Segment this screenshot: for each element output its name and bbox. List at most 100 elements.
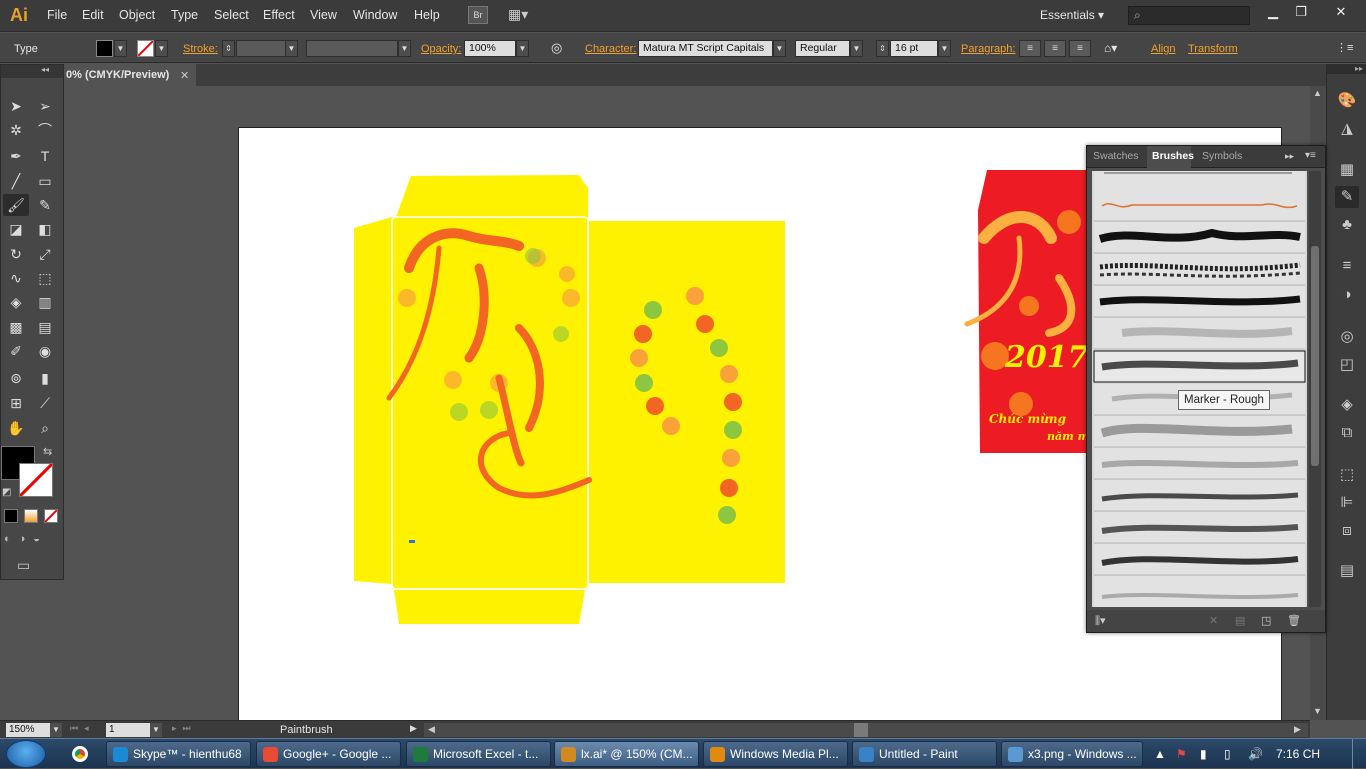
tab-swatches[interactable]: Swatches	[1093, 150, 1139, 162]
align-left-icon[interactable]: ≡	[1019, 40, 1041, 57]
task-google-plus[interactable]: Google+ - Google ...	[256, 741, 401, 767]
zoom-tool-icon[interactable]: ⌕	[32, 417, 58, 439]
menu-edit[interactable]: Edit	[82, 8, 104, 22]
paintbrush-tool-icon[interactable]: 🖌	[3, 194, 29, 216]
font-size-field[interactable]: 16 pt	[890, 40, 938, 57]
artboards-panel-icon[interactable]: ⧉	[1335, 422, 1359, 444]
rectangle-tool-icon[interactable]: ▭	[32, 170, 58, 192]
stroke-swatch[interactable]	[137, 40, 154, 57]
task-media-player[interactable]: Windows Media Pl...	[703, 741, 848, 767]
screen-mode-icon[interactable]: ▭	[17, 557, 30, 574]
selection-tool-icon[interactable]: ➤	[3, 95, 29, 117]
font-size-stepper[interactable]: ⇕	[876, 40, 889, 57]
transparency-panel-icon[interactable]: ◑	[1335, 284, 1359, 306]
paragraph-label[interactable]: Paragraph:	[961, 43, 1015, 55]
menu-help[interactable]: Help	[414, 8, 440, 22]
horizontal-scroll-thumb[interactable]	[854, 723, 868, 737]
scale-tool-icon[interactable]: ⤢	[32, 243, 58, 265]
perspective-grid-tool-icon[interactable]: ▥	[32, 291, 58, 313]
clock[interactable]: 7:16 CH	[1276, 747, 1320, 761]
show-desktop-button[interactable]	[1352, 739, 1366, 769]
artboard-dropdown-icon[interactable]: ▼	[150, 723, 162, 737]
stroke-weight-stepper[interactable]: ⇕	[222, 40, 235, 57]
document-tab[interactable]: 0% (CMYK/Preview)	[64, 64, 196, 86]
dock-collapse-icon[interactable]: ▸▸	[1327, 64, 1366, 74]
task-photo-viewer[interactable]: x3.png - Windows ...	[1001, 741, 1143, 767]
panel-menu-icon[interactable]: ▾≡	[1305, 150, 1316, 161]
chrome-pinned-icon[interactable]	[60, 743, 100, 765]
task-excel[interactable]: Microsoft Excel - t...	[406, 741, 551, 767]
start-button[interactable]	[6, 740, 46, 768]
lasso-tool-icon[interactable]: ⌒	[32, 119, 58, 141]
bridge-button[interactable]: Br	[468, 6, 488, 24]
tools-panel-header[interactable]: ◂◂	[1, 65, 63, 78]
drawing-modes-icon[interactable]: ◐◑◒	[4, 533, 48, 545]
color-guide-icon[interactable]: ◮	[1335, 118, 1359, 140]
character-label[interactable]: Character:	[585, 43, 636, 55]
menu-effect[interactable]: Effect	[263, 8, 295, 22]
graph-tool-icon[interactable]: ▮	[32, 367, 58, 389]
font-size-dropdown-icon[interactable]: ▼	[938, 40, 951, 57]
signal-icon[interactable]: ▮	[1200, 747, 1207, 761]
magic-wand-tool-icon[interactable]: ✲	[3, 119, 29, 141]
pathfinder-panel-icon[interactable]: ⧈	[1335, 520, 1359, 542]
swap-colors-icon[interactable]: ⇆	[43, 445, 52, 458]
brushes-panel-icon[interactable]: ✎	[1335, 186, 1359, 208]
tab-brushes[interactable]: Brushes	[1152, 150, 1194, 162]
brush-options-icon[interactable]: ▤	[1235, 614, 1245, 627]
maximize-icon[interactable]: ❐	[1290, 4, 1312, 20]
task-skype[interactable]: Skype™ - hienthu68	[106, 741, 251, 767]
scroll-up-icon[interactable]: ▲	[1313, 88, 1322, 98]
volume-icon[interactable]: 🔊	[1248, 747, 1263, 761]
stroke-weight-field[interactable]	[236, 40, 286, 57]
artboard-number-field[interactable]: 1	[106, 723, 150, 737]
remove-stroke-icon[interactable]: ✕	[1209, 614, 1218, 627]
none-mode-icon[interactable]	[44, 509, 58, 523]
menu-type[interactable]: Type	[171, 8, 198, 22]
graphic-styles-icon[interactable]: ◰	[1335, 354, 1359, 376]
blob-brush-tool-icon[interactable]: ◪	[3, 218, 29, 240]
menu-view[interactable]: View	[310, 8, 337, 22]
gradient-panel-icon[interactable]: ▤	[1335, 560, 1359, 582]
greeting-text-line2[interactable]: năm m	[1047, 430, 1089, 443]
default-colors-icon[interactable]: ◩	[2, 487, 11, 498]
recolor-icon[interactable]: ◎	[551, 40, 562, 56]
transform-label[interactable]: Transform	[1188, 43, 1238, 55]
new-brush-icon[interactable]: ◳	[1261, 614, 1271, 627]
opacity-field[interactable]: 100%	[464, 40, 516, 57]
arrange-documents-icon[interactable]: ▦▾	[508, 6, 536, 24]
color-panel-icon[interactable]: 🎨	[1335, 90, 1359, 112]
pencil-tool-icon[interactable]: ✎	[32, 194, 58, 216]
eyedropper-tool-icon[interactable]: ✐	[3, 340, 29, 362]
align-panel-icon[interactable]: ⊫	[1335, 492, 1359, 514]
close-icon[interactable]: ✕	[1330, 4, 1352, 20]
control-panel-menu-icon[interactable]: ⋮≡	[1336, 41, 1353, 54]
year-text[interactable]: 2017	[1005, 340, 1089, 375]
mesh-tool-icon[interactable]: ▩	[3, 316, 29, 338]
stroke-color-swatch[interactable]	[18, 462, 54, 498]
scroll-down-icon[interactable]: ▼	[1313, 706, 1322, 716]
scroll-right-icon[interactable]: ▶	[1294, 724, 1301, 735]
horizontal-scrollbar[interactable]: ◀ ▶	[424, 723, 1308, 737]
show-hidden-icons-icon[interactable]: ▲	[1154, 747, 1166, 761]
brush-list-scroll-thumb[interactable]	[1311, 246, 1319, 466]
artboard-tool-icon[interactable]: ⊞	[3, 392, 29, 414]
brush-libraries-icon[interactable]: ⫼▾	[1095, 614, 1106, 628]
power-icon[interactable]: ▯	[1224, 747, 1231, 761]
stroke-panel-icon[interactable]: ≡	[1335, 255, 1359, 277]
scroll-left-icon[interactable]: ◀	[428, 724, 435, 735]
zoom-dropdown-icon[interactable]: ▼	[50, 723, 62, 737]
symbols-panel-icon[interactable]: ♣	[1335, 214, 1359, 236]
shape-builder-tool-icon[interactable]: ◈	[3, 291, 29, 313]
opacity-dropdown-icon[interactable]: ▼	[516, 40, 529, 57]
eraser-tool-icon[interactable]: ◧	[32, 218, 58, 240]
zoom-field[interactable]: 150%	[6, 723, 50, 737]
first-prev-artboard-icon[interactable]: ⏮◂	[70, 723, 95, 734]
align-center-icon[interactable]: ≡	[1044, 40, 1066, 57]
warp-tool-icon[interactable]: ∿	[3, 267, 29, 289]
align-right-icon[interactable]: ≡	[1069, 40, 1091, 57]
envelope-warp-icon[interactable]: ⌂▾	[1104, 41, 1117, 55]
variable-width-field[interactable]	[306, 40, 398, 57]
minimize-icon[interactable]: ▁	[1262, 4, 1284, 20]
font-family-dropdown-icon[interactable]: ▼	[773, 40, 786, 57]
